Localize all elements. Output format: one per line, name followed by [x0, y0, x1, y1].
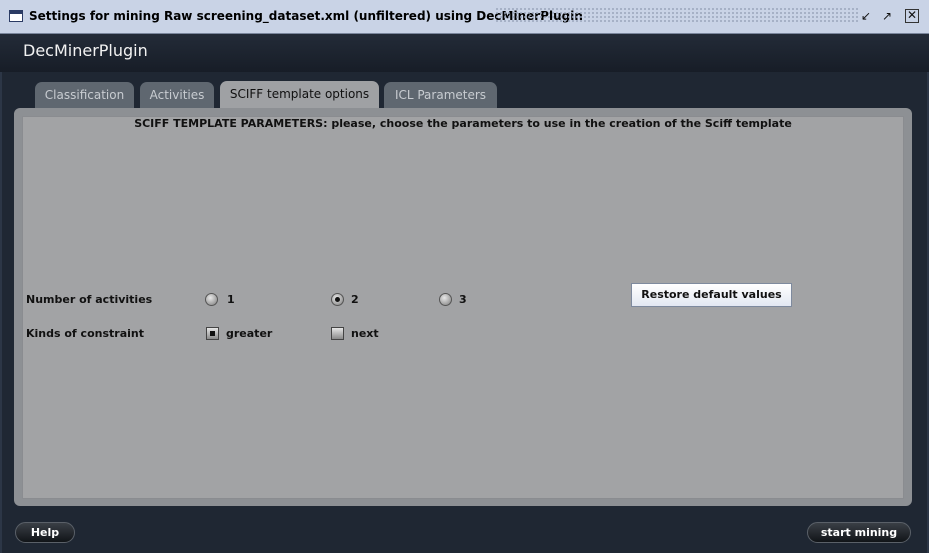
help-button[interactable]: Help: [15, 522, 75, 543]
activities-radio-1[interactable]: [205, 293, 218, 306]
tab-sciff-template-options[interactable]: SCIFF template options: [220, 81, 379, 110]
constraint-label: Kinds of constraint: [26, 327, 144, 340]
close-icon[interactable]: ✕: [905, 9, 919, 23]
maximize-icon[interactable]: ↗: [880, 9, 894, 23]
activities-radio-2[interactable]: [331, 293, 344, 306]
minimize-icon[interactable]: ↙: [859, 9, 873, 23]
greater-label: greater: [226, 327, 273, 340]
window-icon: [9, 10, 23, 22]
next-checkbox[interactable]: [331, 327, 344, 340]
panel-heading: SCIFF TEMPLATE PARAMETERS: please, choos…: [134, 117, 792, 130]
tab-panel: [22, 116, 904, 499]
restore-defaults-button[interactable]: Restore default values: [631, 283, 792, 307]
activities-radio-3[interactable]: [439, 293, 452, 306]
tab-classification[interactable]: Classification: [35, 82, 134, 109]
greater-checkbox[interactable]: [206, 327, 219, 340]
tab-icl-parameters[interactable]: ICL Parameters: [384, 82, 497, 109]
tab-activities[interactable]: Activities: [140, 82, 214, 109]
titlebar-grip: [495, 7, 859, 23]
activities-option-3-label: 3: [459, 293, 467, 306]
app-title: DecMinerPlugin: [23, 41, 148, 60]
window-titlebar: Settings for mining Raw screening_datase…: [0, 0, 929, 34]
activities-label: Number of activities: [26, 293, 153, 306]
activities-option-1-label: 1: [227, 293, 235, 306]
next-label: next: [351, 327, 379, 340]
start-mining-button[interactable]: start mining: [807, 522, 911, 543]
activities-option-2-label: 2: [351, 293, 359, 306]
